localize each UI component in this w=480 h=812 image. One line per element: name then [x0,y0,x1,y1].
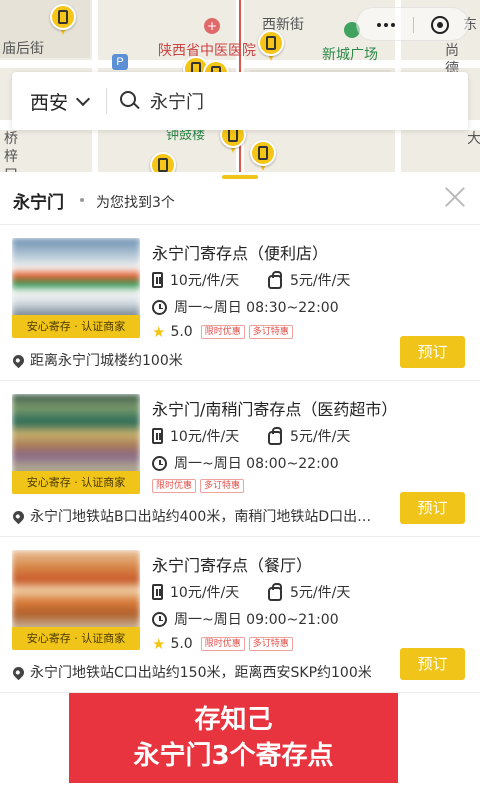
search-input[interactable]: 永宁门 [150,88,204,114]
close-icon[interactable] [444,186,466,208]
hours-row: 周一~周日 09:00~21:00 [152,609,339,629]
price-row: 10元/件/天 [152,582,239,602]
luggage-pin-icon[interactable] [250,140,276,172]
store-name: 永宁门寄存点（餐厅） [152,556,313,575]
luggage-pin-icon[interactable] [50,4,76,36]
clock-icon [152,455,167,471]
store-name: 永宁门/南稍门寄存点（医药超市） [152,400,398,419]
small-price: 5元/件/天 [290,273,351,289]
rating-row: ★ 5.0 限时优惠 多订特惠 [152,635,297,653]
promo-tag: 多订特惠 [248,637,293,651]
bag-icon [268,426,282,445]
promo-tag: 限时优惠 [200,325,245,339]
result-count: 为您找到3个 [96,195,175,211]
promo-tag: 限时优惠 [200,637,245,651]
list-item[interactable]: 安心寄存 · 认证商家 永宁门寄存点（餐厅） 10元/件/天 5元/件/天 周一… [0,536,480,692]
clock-icon [152,299,167,315]
opening-hours: 周一~周日 09:00~21:00 [174,612,339,628]
small-price: 5元/件/天 [290,429,351,445]
distance-row: 永宁门地铁站B口出站约400米，南稍门地铁站D口出… [13,506,388,526]
price-row: 10元/件/天 [152,270,239,290]
small-price: 5元/件/天 [290,585,351,601]
bag-icon [268,582,282,601]
book-button[interactable]: 预订 [400,648,465,680]
luggage-icon [152,584,163,600]
distance-text: 永宁门地铁站C口出站约150米，距离西安SKP约100米 [30,665,372,681]
map-label-zi: 梓 [4,149,18,165]
luggage-icon [152,428,163,444]
sheet-title: 永宁门 [13,193,64,213]
price-row: 5元/件/天 [268,582,350,602]
search-divider [106,88,107,114]
clock-icon [152,611,167,627]
promo-banner: 存知己 永宁门3个寄存点 [69,693,398,783]
distance-text: 距离永宁门城楼约100米 [30,353,183,369]
hours-row: 周一~周日 08:00~22:00 [152,453,339,473]
map-view[interactable]: 庙后街 西新街 陕西省中医医院 新城广场 尚 德 东 大 桥 梓 口 钟鼓楼 P… [0,0,480,185]
certified-badge: 安心寄存 · 认证商家 [12,627,140,650]
map-label-qiao: 桥 [4,131,18,147]
more-dots-icon[interactable] [377,19,395,31]
list-item[interactable]: 安心寄存 · 认证商家 永宁门/南稍门寄存点（医药超市） 10元/件/天 5元/… [0,380,480,536]
big-price: 10元/件/天 [170,273,240,289]
book-button[interactable]: 预订 [400,336,465,368]
map-label-shang: 尚 [445,43,459,59]
hours-row: 周一~周日 08:30~22:00 [152,297,339,317]
target-icon[interactable] [431,16,449,34]
store-photo: 安心寄存 · 认证商家 [12,394,140,494]
location-pin-icon [13,508,27,524]
promo-tag: 多订特惠 [248,325,293,339]
chevron-down-icon [75,91,91,106]
capsule-divider [413,17,414,33]
luggage-icon [152,272,163,288]
title-dot [80,198,84,202]
star-icon: ★ [152,635,166,653]
rating-value: 5.0 [170,324,193,340]
price-row: 10元/件/天 [152,426,239,446]
price-row: 5元/件/天 [268,426,350,446]
store-name: 永宁门寄存点（便利店） [152,244,329,263]
city-label: 西安 [30,92,69,114]
promo-row: 限时优惠 多订特惠 [152,479,248,493]
rating-row: ★ 5.0 限时优惠 多订特惠 [152,323,297,341]
opening-hours: 周一~周日 08:00~22:00 [174,456,339,472]
promo-tag: 多订特惠 [200,479,245,493]
list-item[interactable]: 安心寄存 · 认证商家 永宁门寄存点（便利店） 10元/件/天 5元/件/天 周… [0,224,480,380]
store-photo: 安心寄存 · 认证商家 [12,550,140,650]
star-icon: ★ [152,323,166,341]
search-bar: 西安 永宁门 [12,72,468,130]
hospital-icon: + [204,18,220,34]
mini-program-capsule [356,7,469,41]
parking-icon: P [112,54,128,70]
map-label-da: 大 [467,131,480,147]
store-photo: 安心寄存 · 认证商家 [12,238,140,338]
luggage-pin-icon[interactable] [258,30,284,62]
big-price: 10元/件/天 [170,585,240,601]
rating-value: 5.0 [170,636,193,652]
city-selector[interactable]: 西安 [30,88,91,115]
opening-hours: 周一~周日 08:30~22:00 [174,300,339,316]
book-button[interactable]: 预订 [400,492,465,524]
distance-text: 永宁门地铁站B口出站约400米，南稍门地铁站D口出… [30,509,372,525]
price-row: 5元/件/天 [268,270,350,290]
big-price: 10元/件/天 [170,429,240,445]
sheet-drag-handle[interactable] [222,175,258,179]
location-pin-icon [13,664,27,680]
map-label-xinchengguangchang: 新城广场 [322,47,378,63]
distance-row: 距离永宁门城楼约100米 [13,350,388,370]
banner-subtitle: 永宁门3个寄存点 [133,741,334,771]
distance-row: 永宁门地铁站C口出站约150米，距离西安SKP约100米 [13,662,388,682]
search-icon [120,91,140,111]
map-label-miaohoujie: 庙后街 [2,41,44,57]
certified-badge: 安心寄存 · 认证商家 [12,315,140,338]
promo-tag: 限时优惠 [152,479,197,493]
banner-brand: 存知己 [194,705,273,735]
location-pin-icon [13,352,27,368]
bag-icon [268,270,282,289]
certified-badge: 安心寄存 · 认证商家 [12,471,140,494]
